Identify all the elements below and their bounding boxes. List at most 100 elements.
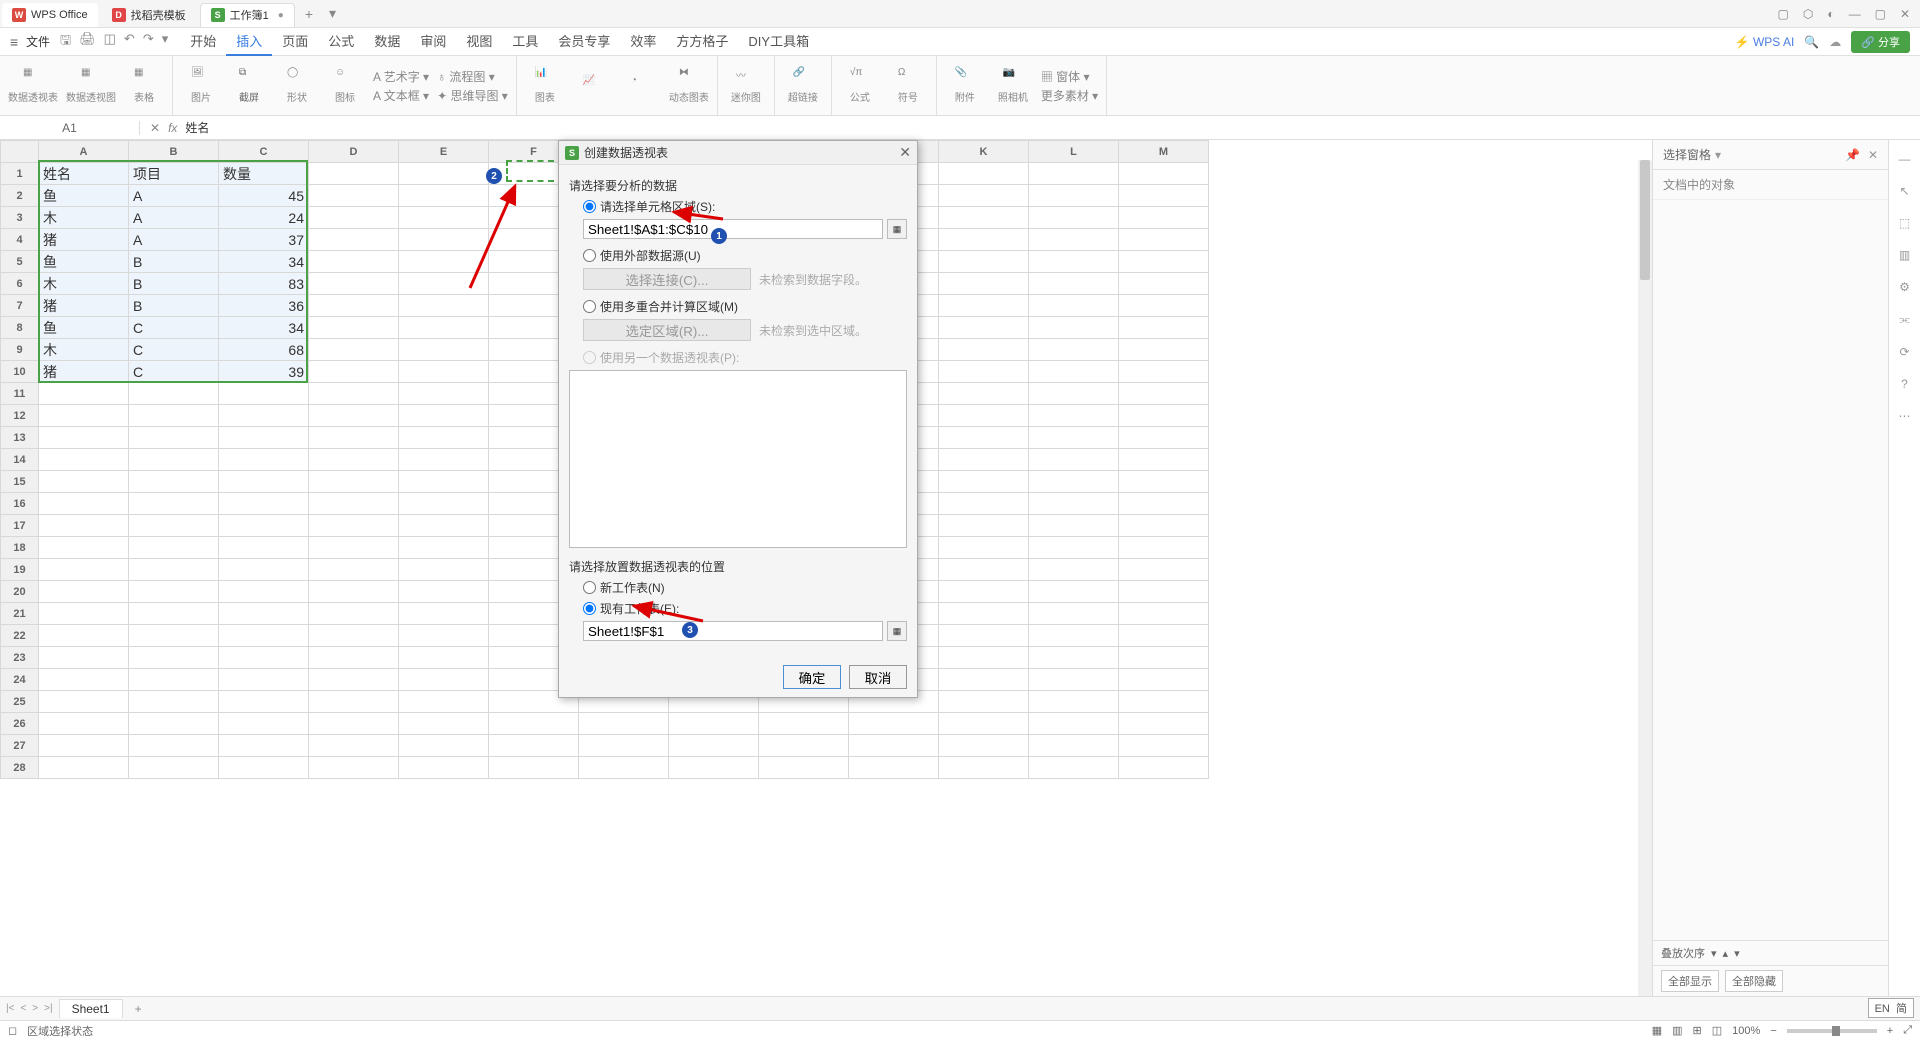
cell-L25[interactable] bbox=[1029, 691, 1119, 713]
stack-dropdown[interactable]: ▾ bbox=[1711, 947, 1717, 960]
row-header-2[interactable]: 2 bbox=[1, 185, 39, 207]
cell-B7[interactable]: B bbox=[129, 295, 219, 317]
cell-K20[interactable] bbox=[939, 581, 1029, 603]
cell-M4[interactable] bbox=[1119, 229, 1209, 251]
cell-D8[interactable] bbox=[309, 317, 399, 339]
cell-L28[interactable] bbox=[1029, 757, 1119, 779]
cell-C22[interactable] bbox=[219, 625, 309, 647]
print-icon[interactable]: 🖨 bbox=[79, 31, 96, 53]
cell-E8[interactable] bbox=[399, 317, 489, 339]
cell-L27[interactable] bbox=[1029, 735, 1119, 757]
cell-A28[interactable] bbox=[39, 757, 129, 779]
cell-B2[interactable]: A bbox=[129, 185, 219, 207]
share-button[interactable]: 🔗 分享 bbox=[1851, 31, 1910, 53]
sheet-nav-next[interactable]: > bbox=[32, 1003, 38, 1014]
cell-M14[interactable] bbox=[1119, 449, 1209, 471]
col-header-A[interactable]: A bbox=[39, 141, 129, 163]
location-input[interactable] bbox=[583, 621, 883, 641]
taskpane-dropdown-icon[interactable]: ▾ bbox=[1715, 148, 1721, 162]
cell-M15[interactable] bbox=[1119, 471, 1209, 493]
menu-会员专享[interactable]: 会员专享 bbox=[548, 27, 620, 56]
cell-C3[interactable]: 24 bbox=[219, 207, 309, 229]
cell-K23[interactable] bbox=[939, 647, 1029, 669]
cell-E4[interactable] bbox=[399, 229, 489, 251]
wps-ai-button[interactable]: ⚡ WPS AI bbox=[1735, 35, 1795, 49]
cell-A21[interactable] bbox=[39, 603, 129, 625]
cell-B14[interactable] bbox=[129, 449, 219, 471]
shapes-button[interactable]: ◯形状 bbox=[277, 67, 317, 104]
zoom-value[interactable]: 100% bbox=[1732, 1025, 1760, 1037]
cell-M10[interactable] bbox=[1119, 361, 1209, 383]
cell-L20[interactable] bbox=[1029, 581, 1119, 603]
row-header-9[interactable]: 9 bbox=[1, 339, 39, 361]
cell-A13[interactable] bbox=[39, 427, 129, 449]
cell-I27[interactable] bbox=[759, 735, 849, 757]
menu-插入[interactable]: 插入 bbox=[226, 27, 272, 56]
cell-L12[interactable] bbox=[1029, 405, 1119, 427]
cell-D1[interactable] bbox=[309, 163, 399, 185]
textbox-button[interactable]: A 文本框 ▾ bbox=[373, 87, 429, 104]
row-header-24[interactable]: 24 bbox=[1, 669, 39, 691]
cell-A5[interactable]: 鱼 bbox=[39, 251, 129, 273]
cell-C23[interactable] bbox=[219, 647, 309, 669]
cell-A23[interactable] bbox=[39, 647, 129, 669]
row-header-10[interactable]: 10 bbox=[1, 361, 39, 383]
ok-button[interactable]: 确定 bbox=[783, 665, 841, 689]
cell-L11[interactable] bbox=[1029, 383, 1119, 405]
cell-L23[interactable] bbox=[1029, 647, 1119, 669]
cell-L15[interactable] bbox=[1029, 471, 1119, 493]
minimize-button[interactable]: — bbox=[1849, 7, 1861, 21]
cell-B5[interactable]: B bbox=[129, 251, 219, 273]
maximize-button[interactable]: ▢ bbox=[1875, 7, 1886, 21]
cell-M8[interactable] bbox=[1119, 317, 1209, 339]
template-tab[interactable]: D 找稻壳模板 bbox=[102, 3, 196, 27]
cell-A22[interactable] bbox=[39, 625, 129, 647]
send-backward-icon[interactable]: ▾ bbox=[1734, 947, 1740, 960]
cell-E24[interactable] bbox=[399, 669, 489, 691]
cell-B1[interactable]: 项目 bbox=[129, 163, 219, 185]
row-header-22[interactable]: 22 bbox=[1, 625, 39, 647]
cell-A7[interactable]: 猪 bbox=[39, 295, 129, 317]
cell-A18[interactable] bbox=[39, 537, 129, 559]
cell-B26[interactable] bbox=[129, 713, 219, 735]
cell-C14[interactable] bbox=[219, 449, 309, 471]
cell-B25[interactable] bbox=[129, 691, 219, 713]
cell-M1[interactable] bbox=[1119, 163, 1209, 185]
cell-E6[interactable] bbox=[399, 273, 489, 295]
cell-B10[interactable]: C bbox=[129, 361, 219, 383]
add-sheet-button[interactable]: + bbox=[129, 1002, 148, 1016]
taskpane-pin-icon[interactable]: 📌 bbox=[1845, 148, 1860, 162]
fit-button[interactable]: ⤢ bbox=[1903, 1024, 1912, 1037]
cell-M7[interactable] bbox=[1119, 295, 1209, 317]
cell-C9[interactable]: 68 bbox=[219, 339, 309, 361]
cube-icon[interactable]: ⬡ bbox=[1803, 7, 1813, 21]
collapse-pane-icon[interactable]: — bbox=[1899, 152, 1911, 166]
cell-B24[interactable] bbox=[129, 669, 219, 691]
qat-dropdown-icon[interactable]: ▾ bbox=[162, 31, 169, 53]
cell-G28[interactable] bbox=[579, 757, 669, 779]
cell-K9[interactable] bbox=[939, 339, 1029, 361]
row-header-27[interactable]: 27 bbox=[1, 735, 39, 757]
icons-button[interactable]: ☺图标 bbox=[325, 67, 365, 104]
cell-L1[interactable] bbox=[1029, 163, 1119, 185]
cell-C4[interactable]: 37 bbox=[219, 229, 309, 251]
cell-B13[interactable] bbox=[129, 427, 219, 449]
hide-all-button[interactable]: 全部隐藏 bbox=[1725, 970, 1783, 992]
cell-L5[interactable] bbox=[1029, 251, 1119, 273]
form-button[interactable]: ▦ 窗体 ▾ bbox=[1041, 68, 1098, 85]
cell-K4[interactable] bbox=[939, 229, 1029, 251]
property-tool-icon[interactable]: ⚙ bbox=[1899, 280, 1910, 294]
ime-indicator[interactable]: EN 󠁝 简 bbox=[1868, 998, 1914, 1018]
cell-D14[interactable] bbox=[309, 449, 399, 471]
cell-C21[interactable] bbox=[219, 603, 309, 625]
cell-L10[interactable] bbox=[1029, 361, 1119, 383]
cell-K8[interactable] bbox=[939, 317, 1029, 339]
row-header-17[interactable]: 17 bbox=[1, 515, 39, 537]
cloud-icon[interactable]: ☁ bbox=[1829, 35, 1841, 49]
cell-E7[interactable] bbox=[399, 295, 489, 317]
cell-E3[interactable] bbox=[399, 207, 489, 229]
cell-E15[interactable] bbox=[399, 471, 489, 493]
cell-C19[interactable] bbox=[219, 559, 309, 581]
row-header-13[interactable]: 13 bbox=[1, 427, 39, 449]
cell-C17[interactable] bbox=[219, 515, 309, 537]
